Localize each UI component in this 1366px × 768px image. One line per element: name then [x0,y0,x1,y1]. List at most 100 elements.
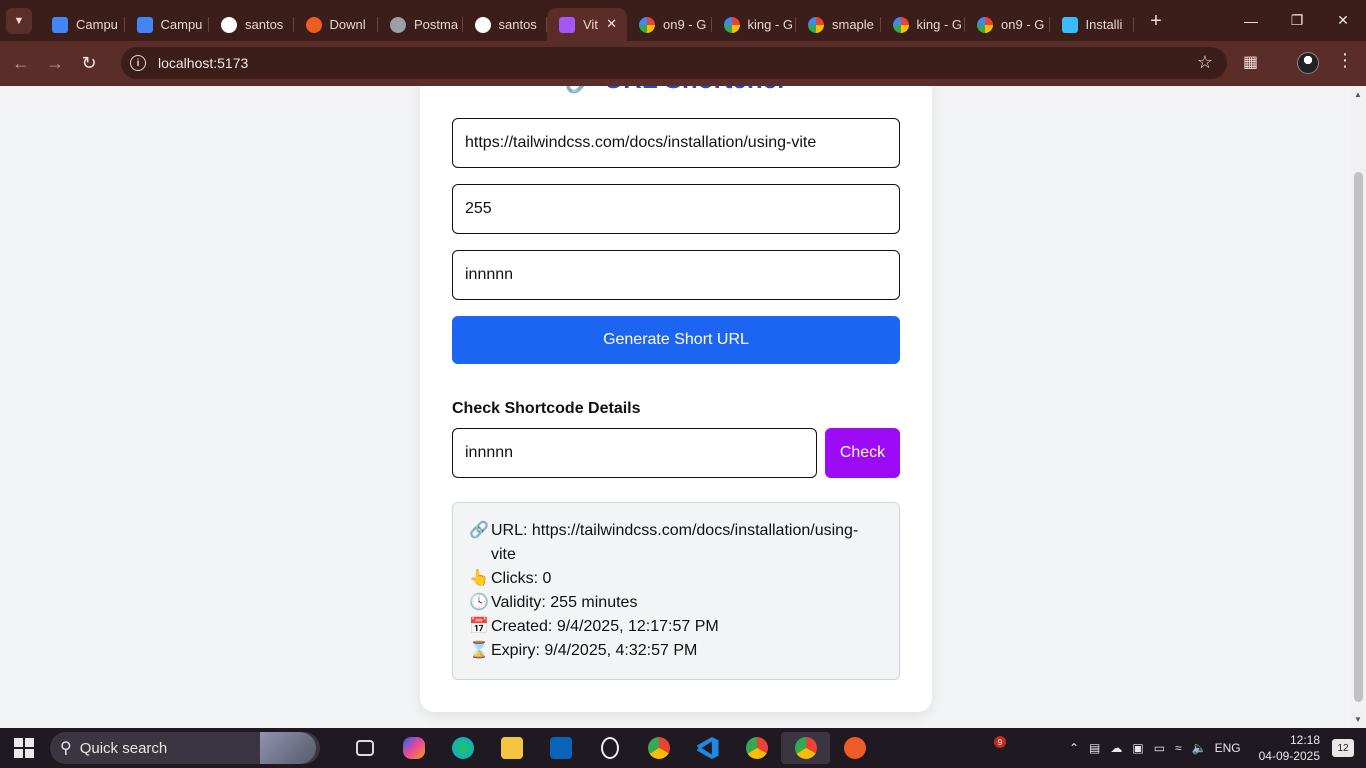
wifi-icon[interactable]: ≈ [1175,741,1182,755]
google-icon [808,16,824,33]
outlook-icon[interactable] [536,732,585,764]
search-placeholder: Quick search [79,739,168,757]
shortcode-input[interactable]: innnnn [452,250,900,300]
browser-tab[interactable]: Downl [294,8,379,41]
bookmark-star-icon[interactable]: ☆ [1197,52,1213,73]
forward-icon[interactable]: → [38,47,72,81]
restore-icon[interactable]: ❐ [1274,0,1320,41]
globe-icon [390,16,406,33]
clock-icon: 🕓 [469,594,489,611]
meet-now-icon[interactable]: ▣ [1132,741,1143,755]
docs-icon [136,16,153,33]
vite-icon [559,16,575,33]
browser-tab-strip: ▼ Campu Campu santos Downl Postma santos Vit ✕ o… [0,0,1366,41]
url-input[interactable]: https://tailwindcss.com/docs/installatio… [452,118,900,168]
browser-toolbar: ← → ↻ i localhost:5173 ☆ [0,41,1366,86]
taskbar-apps [340,732,879,764]
browser-tab[interactable]: smaple [796,8,881,41]
shortener-card: 🔗 URL Shortener https://tailwindcss.com/… [420,86,932,712]
github-icon [221,16,237,33]
tab-title: on9 - G [1001,17,1045,32]
new-tab-button[interactable]: + [1142,8,1170,36]
windows-start-icon[interactable] [14,738,34,758]
tab-search-chevron-icon[interactable]: ▼ [6,7,32,34]
browser-tab[interactable]: on9 - G [627,8,712,41]
browser-tab[interactable]: Campu [40,8,125,41]
extensions-puzzle-icon[interactable]: ▦ [1243,52,1263,72]
browser-tab[interactable]: Installi [1050,8,1135,41]
reload-icon[interactable]: ↻ [72,47,106,81]
language-indicator[interactable]: ENG [1215,741,1241,755]
tray-app-icon[interactable]: ▤ [1089,741,1100,755]
tab-title: on9 - G [663,17,707,32]
copilot-icon[interactable] [389,732,438,764]
detail-clicks: Clicks: 0 [491,570,552,587]
scrollbar-thumb[interactable] [1354,172,1363,702]
check-shortcode-input[interactable]: innnnn [452,428,817,478]
notification-badge: 9 [994,736,1006,748]
browser-tab[interactable]: Vit ✕ [547,8,627,41]
address-bar[interactable]: i localhost:5173 ☆ [121,47,1227,79]
file-explorer-icon[interactable] [487,732,536,764]
edge-icon[interactable] [438,732,487,764]
page-viewport: 🔗 URL Shortener https://tailwindcss.com/… [0,86,1351,728]
notification-center-icon[interactable]: 12 [1332,739,1354,757]
volume-icon[interactable]: 🔈 [1192,741,1207,755]
generate-short-url-button[interactable]: Generate Short URL [452,316,900,364]
browser-tab[interactable]: Campu [125,8,210,41]
browser-menu-icon[interactable]: ⋮ [1336,50,1354,71]
detail-url: URL: https://tailwindcss.com/docs/instal… [491,522,859,563]
scroll-down-arrow-icon[interactable]: ▼ [1354,715,1362,724]
page-scrollbar[interactable]: ▲ ▼ [1351,86,1366,728]
profile-avatar[interactable] [1297,52,1319,74]
check-section-title: Check Shortcode Details [452,400,641,417]
tab-title: Downl [329,17,366,32]
detail-created: Created: 9/4/2025, 12:17:57 PM [491,618,719,635]
tab-title: Postma [414,17,458,32]
scroll-up-arrow-icon[interactable]: ▲ [1354,90,1362,99]
detail-url-row: 🔗 URL: https://tailwindcss.com/docs/inst… [469,519,883,567]
clock[interactable]: 12:18 04-09-2025 [1259,732,1320,764]
battery-icon[interactable]: ▭ [1154,741,1165,755]
close-window-icon[interactable]: ✕ [1320,0,1366,41]
tab-list: Campu Campu santos Downl Postma santos Vit ✕ on9… [40,0,1134,41]
shortcode-details-panel: 🔗 URL: https://tailwindcss.com/docs/inst… [452,502,900,680]
mongodb-compass-icon[interactable] [585,732,634,764]
onedrive-cloud-icon[interactable]: ☁ [1110,741,1122,755]
check-button[interactable]: Check [825,428,900,478]
task-view-icon[interactable] [340,732,389,764]
detail-clicks-row: 👆 Clicks: 0 [469,567,883,591]
calendar-icon: 📅 [469,618,489,635]
taskbar-search[interactable]: ⚲ Quick search [50,732,320,764]
chrome-profile-icon[interactable] [732,732,781,764]
tab-title: king - G [747,17,792,32]
address-url[interactable]: localhost:5173 [158,55,248,71]
back-icon[interactable]: ← [4,47,38,81]
search-icon: ⚲ [60,740,72,757]
browser-tab[interactable]: on9 - G [965,8,1050,41]
close-tab-icon[interactable]: ✕ [606,16,617,32]
browser-tab[interactable]: santos [209,8,294,41]
validity-input[interactable]: 255 [452,184,900,234]
vscode-icon[interactable] [683,732,732,764]
google-icon [892,16,909,33]
docs-icon [52,16,68,33]
page-title: 🔗 URL Shortener [420,86,932,95]
google-icon [639,16,655,33]
browser-tab[interactable]: king - G [881,8,966,41]
show-hidden-icons-icon[interactable]: ⌃ [1069,741,1079,755]
minimize-icon[interactable]: — [1228,0,1274,41]
site-info-icon[interactable]: i [130,55,146,71]
system-tray: ⌃ ▤ ☁ ▣ ▭ ≈ 🔈 ENG 12:18 04-09-2025 12 [1069,728,1366,768]
link-icon: 🔗 [565,86,597,94]
postman-icon[interactable] [830,732,879,764]
tab-title: Installi [1085,17,1123,32]
browser-tab[interactable]: king - G [712,8,797,41]
chrome-active-icon[interactable] [781,732,830,764]
tab-title: santos [498,17,537,32]
hourglass-icon: ⌛ [469,642,489,659]
tab-title: santos [245,17,284,32]
browser-tab[interactable]: santos [463,8,548,41]
browser-tab[interactable]: Postma [378,8,463,41]
chrome-icon[interactable] [634,732,683,764]
